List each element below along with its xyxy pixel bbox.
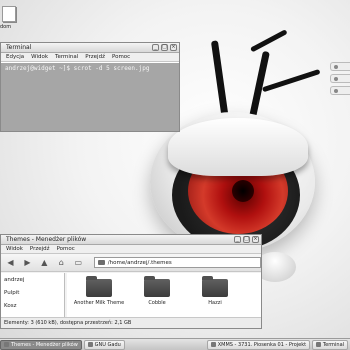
taskbar-item-file-manager[interactable]: Themes - Menedżer plików — [0, 339, 82, 350]
taskbar: Themes - Menedżer plików GNU Gadu XMMS -… — [0, 338, 350, 350]
sidebar-item-label: Pulpit — [4, 289, 20, 296]
menu-item-go[interactable]: Przejdź — [85, 54, 105, 60]
folder-icon — [4, 342, 9, 347]
terminal-titlebar[interactable]: Terminal _ □ × — [1, 43, 179, 53]
maximize-icon[interactable]: □ — [243, 236, 250, 243]
desktop-icon-label: dom — [0, 24, 12, 30]
terminal-window: Terminal _ □ × Edycja Widok Terminal Prz… — [0, 42, 180, 132]
folder-icon — [202, 276, 228, 297]
file-name: Cobble — [148, 300, 166, 306]
status-bar: Elementy: 3 (610 kB), dostępna przestrze… — [1, 317, 261, 328]
up-arrow-icon[interactable]: ▲ — [39, 257, 50, 268]
menu-item-help[interactable]: Pomoc — [57, 246, 75, 252]
home-icon[interactable]: ⌂ — [56, 257, 67, 268]
file-manager-toolbar: ◀ ▶ ▲ ⌂ ▭ /home/andrzej/.themes — [1, 254, 262, 272]
minimize-icon[interactable]: _ — [234, 236, 241, 243]
status-text: Elementy: 3 (610 kB), dostępna przestrze… — [4, 320, 132, 326]
menu-item-help[interactable]: Pomoc — [112, 54, 130, 60]
sidebar-item-trash[interactable]: Kosz — [1, 299, 64, 312]
mascot-eyelid — [168, 118, 308, 176]
menu-item-go[interactable]: Przejdź — [30, 246, 50, 252]
location-path: /home/andrzej/.themes — [107, 259, 172, 266]
taskbar-item-label: XMMS - 3731. Piosenka 01 - Projekt — [217, 341, 307, 348]
folder-icon — [86, 276, 112, 297]
menu-item-terminal[interactable]: Terminal — [55, 54, 78, 60]
list-item[interactable]: Another Milk Theme — [74, 276, 124, 317]
menu-item-view[interactable]: Widok — [31, 54, 48, 60]
file-manager-window: Themes - Menedżer plików _ □ × Widok Prz… — [0, 234, 262, 329]
desktop-home-icon[interactable]: dom — [0, 0, 18, 36]
back-arrow-icon[interactable]: ◀ — [5, 257, 16, 268]
sidebar-item-label: andrzej — [4, 276, 25, 283]
folder-toggle-icon[interactable]: ▭ — [73, 257, 84, 268]
chat-icon — [87, 342, 93, 347]
taskbar-item-xmms[interactable]: XMMS - 3731. Piosenka 01 - Projekt — [206, 339, 310, 350]
panel-widget[interactable] — [330, 86, 350, 95]
forward-arrow-icon[interactable]: ▶ — [22, 257, 33, 268]
file-name: Another Milk Theme — [73, 300, 125, 306]
list-item[interactable]: Hazzi — [195, 276, 235, 317]
taskbar-item-label: Terminal — [322, 341, 345, 348]
taskbar-item-terminal[interactable]: Terminal — [311, 339, 348, 350]
location-bar[interactable]: /home/andrzej/.themes — [93, 257, 262, 268]
terminal-prompt-line: andrzej@widget ~]$ scrot -d 5 screen.jpg — [5, 65, 150, 72]
close-icon[interactable]: × — [170, 44, 177, 51]
file-manager-title: Themes - Menedżer plików — [6, 236, 87, 243]
window-controls: _ □ × — [234, 236, 259, 243]
mascot-pupil — [232, 180, 254, 202]
menu-item-view[interactable]: Widok — [6, 246, 23, 252]
mascot-antenna — [249, 29, 288, 53]
sidebar-item-home[interactable]: andrzej — [1, 273, 64, 286]
places-sidebar: andrzej Pulpit Kosz — [1, 273, 65, 317]
mascot-antenna — [210, 40, 229, 121]
menu-item-edit[interactable]: Edycja — [6, 54, 24, 60]
file-manager-titlebar[interactable]: Themes - Menedżer plików _ □ × — [1, 235, 261, 245]
taskbar-item-label: Themes - Menedżer plików — [11, 341, 78, 348]
folder-icon — [97, 260, 105, 265]
sidebar-item-label: Kosz — [4, 302, 17, 309]
terminal-menubar: Edycja Widok Terminal Przejdź Pomoc — [1, 53, 179, 62]
terminal-output[interactable]: andrzej@widget ~]$ scrot -d 5 screen.jpg — [1, 63, 179, 131]
document-icon — [2, 6, 16, 22]
file-manager-menubar: Widok Przejdź Pomoc — [1, 245, 261, 254]
terminal-icon — [315, 342, 321, 347]
window-controls: _ □ × — [152, 44, 177, 51]
list-item[interactable]: Cobble — [137, 276, 177, 317]
file-list: Another Milk Theme Cobble Hazzi — [67, 273, 261, 317]
taskbar-item-label: GNU Gadu — [94, 341, 121, 348]
file-name: Hazzi — [208, 300, 222, 306]
maximize-icon[interactable]: □ — [161, 44, 168, 51]
sidebar-item-desktop[interactable]: Pulpit — [1, 286, 64, 299]
terminal-title: Terminal — [6, 44, 32, 51]
mascot-antenna — [261, 68, 321, 93]
taskbar-item-gnu-gadu[interactable]: GNU Gadu — [83, 339, 125, 350]
music-icon — [210, 342, 216, 347]
panel-widget[interactable] — [330, 62, 350, 71]
folder-icon — [144, 276, 170, 297]
panel-widget[interactable] — [330, 74, 350, 83]
minimize-icon[interactable]: _ — [152, 44, 159, 51]
close-icon[interactable]: × — [252, 236, 259, 243]
